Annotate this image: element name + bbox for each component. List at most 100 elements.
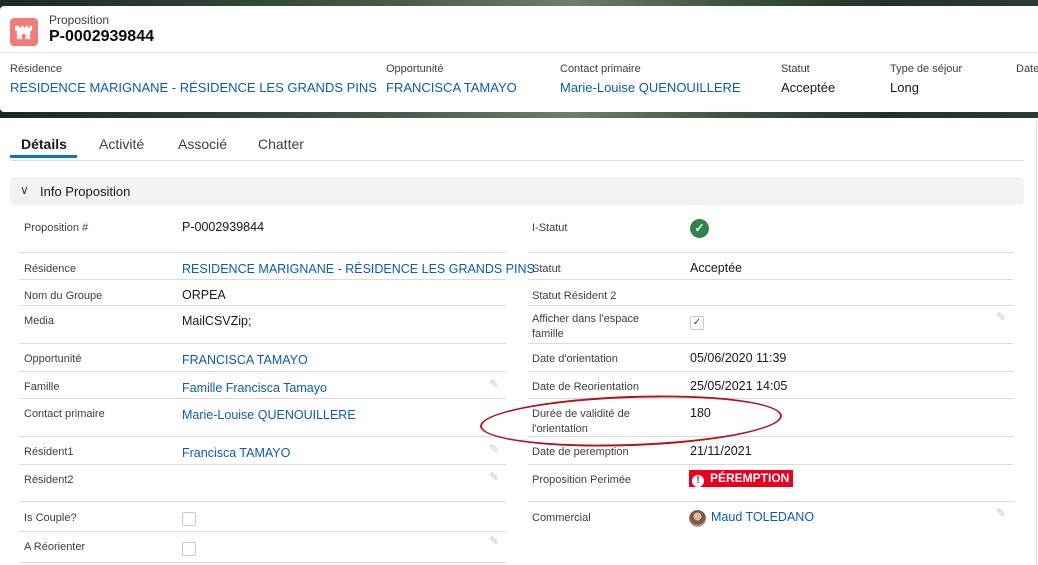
field-label: Opportunité	[24, 353, 82, 365]
field-label: Résident1	[24, 446, 74, 458]
field-label: Résidence	[24, 263, 76, 275]
field-label: Proposition #	[24, 222, 89, 234]
field-opportunite: Opportunité FRANCISCA TAMAYO	[20, 344, 506, 372]
active-tab-indicator	[10, 155, 77, 158]
residence-link[interactable]: RESIDENCE MARIGNANE - RÉSIDENCE LES GRAN…	[10, 80, 377, 95]
field-date-orientation: Date d'orientation 05/06/2020 11:39	[528, 344, 1014, 372]
pencil-edit-icon[interactable]: ✎	[489, 442, 499, 456]
header-field-residence: Résidence RESIDENCE MARIGNANE - RÉSIDENC…	[10, 63, 377, 95]
field-proposition-num: Proposition # P-0002939844	[20, 214, 506, 253]
field-date-peremption: Date de peremption 21/11/2021	[528, 437, 1014, 465]
header-field-type-sejour: Type de séjour Long	[890, 63, 962, 95]
residence-field-link[interactable]: RESIDENCE MARIGNANE - RÉSIDENCE LES GRAN…	[182, 262, 535, 276]
tab-activite[interactable]: Activité	[99, 136, 144, 152]
field-value: 180	[690, 406, 711, 420]
famille-field-link[interactable]: Famille Francisca Tamayo	[182, 381, 327, 395]
header-field-date: Date	[1016, 63, 1038, 75]
field-famille: Famille Famille Francisca Tamayo ✎	[20, 372, 506, 399]
tab-chatter[interactable]: Chatter	[258, 136, 304, 152]
pencil-edit-icon[interactable]: ✎	[996, 310, 1006, 324]
chevron-down-icon: ∨	[20, 183, 29, 197]
header-field-value: Long	[890, 80, 919, 95]
pencil-edit-icon[interactable]: ✎	[996, 506, 1006, 520]
header-field-label: Contact primaire	[560, 63, 641, 75]
field-value: P-0002939844	[182, 220, 265, 234]
section-header-info-proposition[interactable]: ∨ Info Proposition	[10, 177, 1024, 205]
opportunite-link[interactable]: FRANCISCA TAMAYO	[386, 80, 517, 95]
field-media: Media MailCSVZip;	[20, 306, 506, 344]
afficher-checkbox[interactable]: ✓	[690, 316, 704, 330]
field-label: Media	[24, 315, 54, 327]
field-label: Statut	[532, 263, 561, 275]
field-is-couple: Is Couple?	[20, 502, 506, 532]
pencil-edit-icon[interactable]: ✎	[489, 377, 499, 391]
header-field-contact: Contact primaire Marie-Louise QUENOUILLE…	[560, 63, 741, 95]
header-field-value: Acceptée	[781, 80, 836, 95]
field-afficher-espace-famille: Afficher dans l'espace famille ✓ ✎	[528, 306, 1014, 344]
field-value: 21/11/2021	[690, 444, 752, 458]
field-nom-groupe: Nom du Groupe ORPEA	[20, 280, 506, 306]
section-title: Info Proposition	[40, 184, 131, 199]
field-a-reorienter: A Réorienter ✎	[20, 532, 506, 563]
field-duree-validite: Durée de validité de l'orientation 180	[528, 399, 1014, 437]
field-label: Date de peremption	[532, 446, 629, 458]
record-title: P-0002939844	[49, 28, 154, 45]
field-label: Is Couple?	[24, 512, 77, 524]
tab-details[interactable]: Détails	[21, 136, 67, 152]
warning-icon: !	[692, 475, 704, 487]
is-couple-checkbox[interactable]	[182, 512, 196, 526]
commercial-field-link[interactable]: Maud TOLEDANO	[711, 510, 814, 524]
field-i-statut: I-Statut ✓	[528, 214, 1014, 253]
field-label: Afficher dans l'espace famille	[532, 313, 640, 340]
header-field-opportunite: Opportunité FRANCISCA TAMAYO	[386, 63, 517, 95]
field-value: ORPEA	[182, 288, 226, 302]
field-label: Famille	[24, 381, 60, 393]
field-value: 25/05/2021 14:05	[690, 379, 788, 393]
field-statut-resident2: Statut Résident 2	[528, 280, 1014, 306]
header-field-statut: Statut Acceptée	[781, 63, 835, 95]
a-reorienter-checkbox[interactable]	[182, 542, 196, 556]
details-card: Détails Activité Associé Chatter ∨ Info …	[0, 118, 1037, 565]
field-label: Contact primaire	[24, 408, 105, 420]
field-label: I-Statut	[532, 222, 568, 234]
header-field-label: Opportunité	[386, 63, 444, 75]
field-label: Résident2	[24, 474, 74, 486]
field-proposition-perimee: Proposition Perimée ! PÉREMPTION	[528, 465, 1014, 502]
field-label: Durée de validité de l'orientation	[532, 408, 630, 435]
check-circle-icon: ✓	[690, 219, 709, 238]
field-label: Nom du Groupe	[24, 290, 103, 302]
header-field-label: Date	[1016, 63, 1038, 75]
field-label: Commercial	[532, 512, 591, 524]
tab-associe[interactable]: Associé	[178, 136, 227, 152]
avatar	[689, 510, 706, 527]
pencil-edit-icon[interactable]: ✎	[489, 470, 499, 484]
header-field-label: Type de séjour	[890, 63, 963, 75]
castle-icon	[10, 18, 38, 46]
field-commercial: Commercial Maud TOLEDANO ✎	[528, 502, 1014, 531]
record-header: Proposition P-0002939844 Résidence RESID…	[0, 6, 1038, 112]
peremption-badge: ! PÉREMPTION	[689, 470, 794, 487]
resident1-field-link[interactable]: Francisca TAMAYO	[182, 446, 290, 460]
field-label: A Réorienter	[24, 541, 86, 553]
object-label: Proposition	[49, 13, 110, 27]
badge-text: PÉREMPTION	[710, 471, 790, 485]
tab-bar: Détails Activité Associé Chatter	[10, 118, 1024, 161]
contact-link[interactable]: Marie-Louise QUENOUILLERE	[560, 80, 741, 95]
header-divider	[0, 52, 1038, 53]
field-contact-primaire: Contact primaire Marie-Louise QUENOUILLE…	[20, 399, 506, 437]
header-field-label: Statut	[781, 63, 810, 75]
field-value: MailCSVZip;	[182, 314, 252, 328]
header-field-label: Résidence	[10, 63, 62, 75]
field-label: Date de Reorientation	[532, 381, 640, 393]
field-date-reorientation: Date de Reorientation 25/05/2021 14:05	[528, 372, 1014, 399]
field-value: 05/06/2020 11:39	[690, 351, 787, 365]
field-label: Statut Résident 2	[532, 290, 617, 302]
pencil-edit-icon[interactable]: ✎	[489, 534, 499, 548]
field-residence: Résidence RESIDENCE MARIGNANE - RÉSIDENC…	[20, 253, 535, 280]
opportunite-field-link[interactable]: FRANCISCA TAMAYO	[182, 353, 308, 367]
contact-field-link[interactable]: Marie-Louise QUENOUILLERE	[182, 408, 356, 422]
field-value: Acceptée	[690, 261, 743, 275]
field-resident1: Résident1 Francisca TAMAYO ✎	[20, 437, 506, 465]
field-resident2: Résident2 ✎	[20, 465, 506, 502]
field-label: Proposition Perimée	[532, 474, 632, 486]
